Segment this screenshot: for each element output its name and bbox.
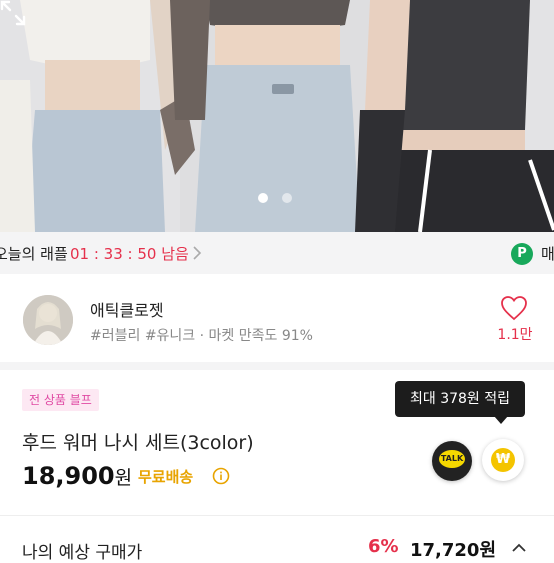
expected-price: 17,720원 [410,540,497,561]
raffle-countdown: 01 : 33 : 50 남음 [70,245,189,263]
won-coin-icon: ₩ [491,448,515,472]
tooltip-arrow [494,416,508,424]
like-count: 1.1만 [497,327,533,343]
reward-pay-button[interactable]: ₩ [482,439,524,481]
shop-avatar[interactable] [23,295,73,345]
expand-icon[interactable] [0,0,26,26]
chevron-up-icon[interactable] [512,543,526,553]
promo-badge: 전 상품 블프 [22,389,99,411]
raffle-banner[interactable]: 오늘의 래플 01 : 33 : 50 남음 [0,232,554,274]
info-icon[interactable] [212,467,230,485]
product-title: 후드 워머 나시 세트(3color) [22,432,254,454]
carousel-dot[interactable] [282,193,292,203]
shop-tags: #러블리 #유니크 · 마켓 만족도 91% [90,328,313,344]
carousel-indicator [258,193,292,203]
talk-icon: TALK [439,450,465,468]
shop-name[interactable]: 애틱클로젯 [90,297,164,321]
heart-icon[interactable] [500,295,528,321]
carousel-dot-active[interactable] [258,193,268,203]
reward-tooltip: 최대 378원 적립 [395,381,525,417]
price-value: 18,900 [22,462,115,490]
avatar-image [23,295,73,345]
point-banner-text[interactable]: 매 [541,243,554,264]
free-shipping-label: 무료배송 [138,468,194,486]
raffle-label: 오늘의 래플 [0,245,68,263]
product-image-carousel[interactable] [0,0,554,232]
point-badge-icon[interactable]: P [511,243,533,265]
price-unit: 원 [114,467,133,489]
chevron-right-icon [193,246,202,260]
divider-line [0,515,554,516]
section-divider [0,362,554,370]
expected-price-label: 나의 예상 구매가 [22,543,143,563]
kakaotalk-share-button[interactable]: TALK [432,441,472,481]
product-price: 18,900원 [22,462,132,490]
